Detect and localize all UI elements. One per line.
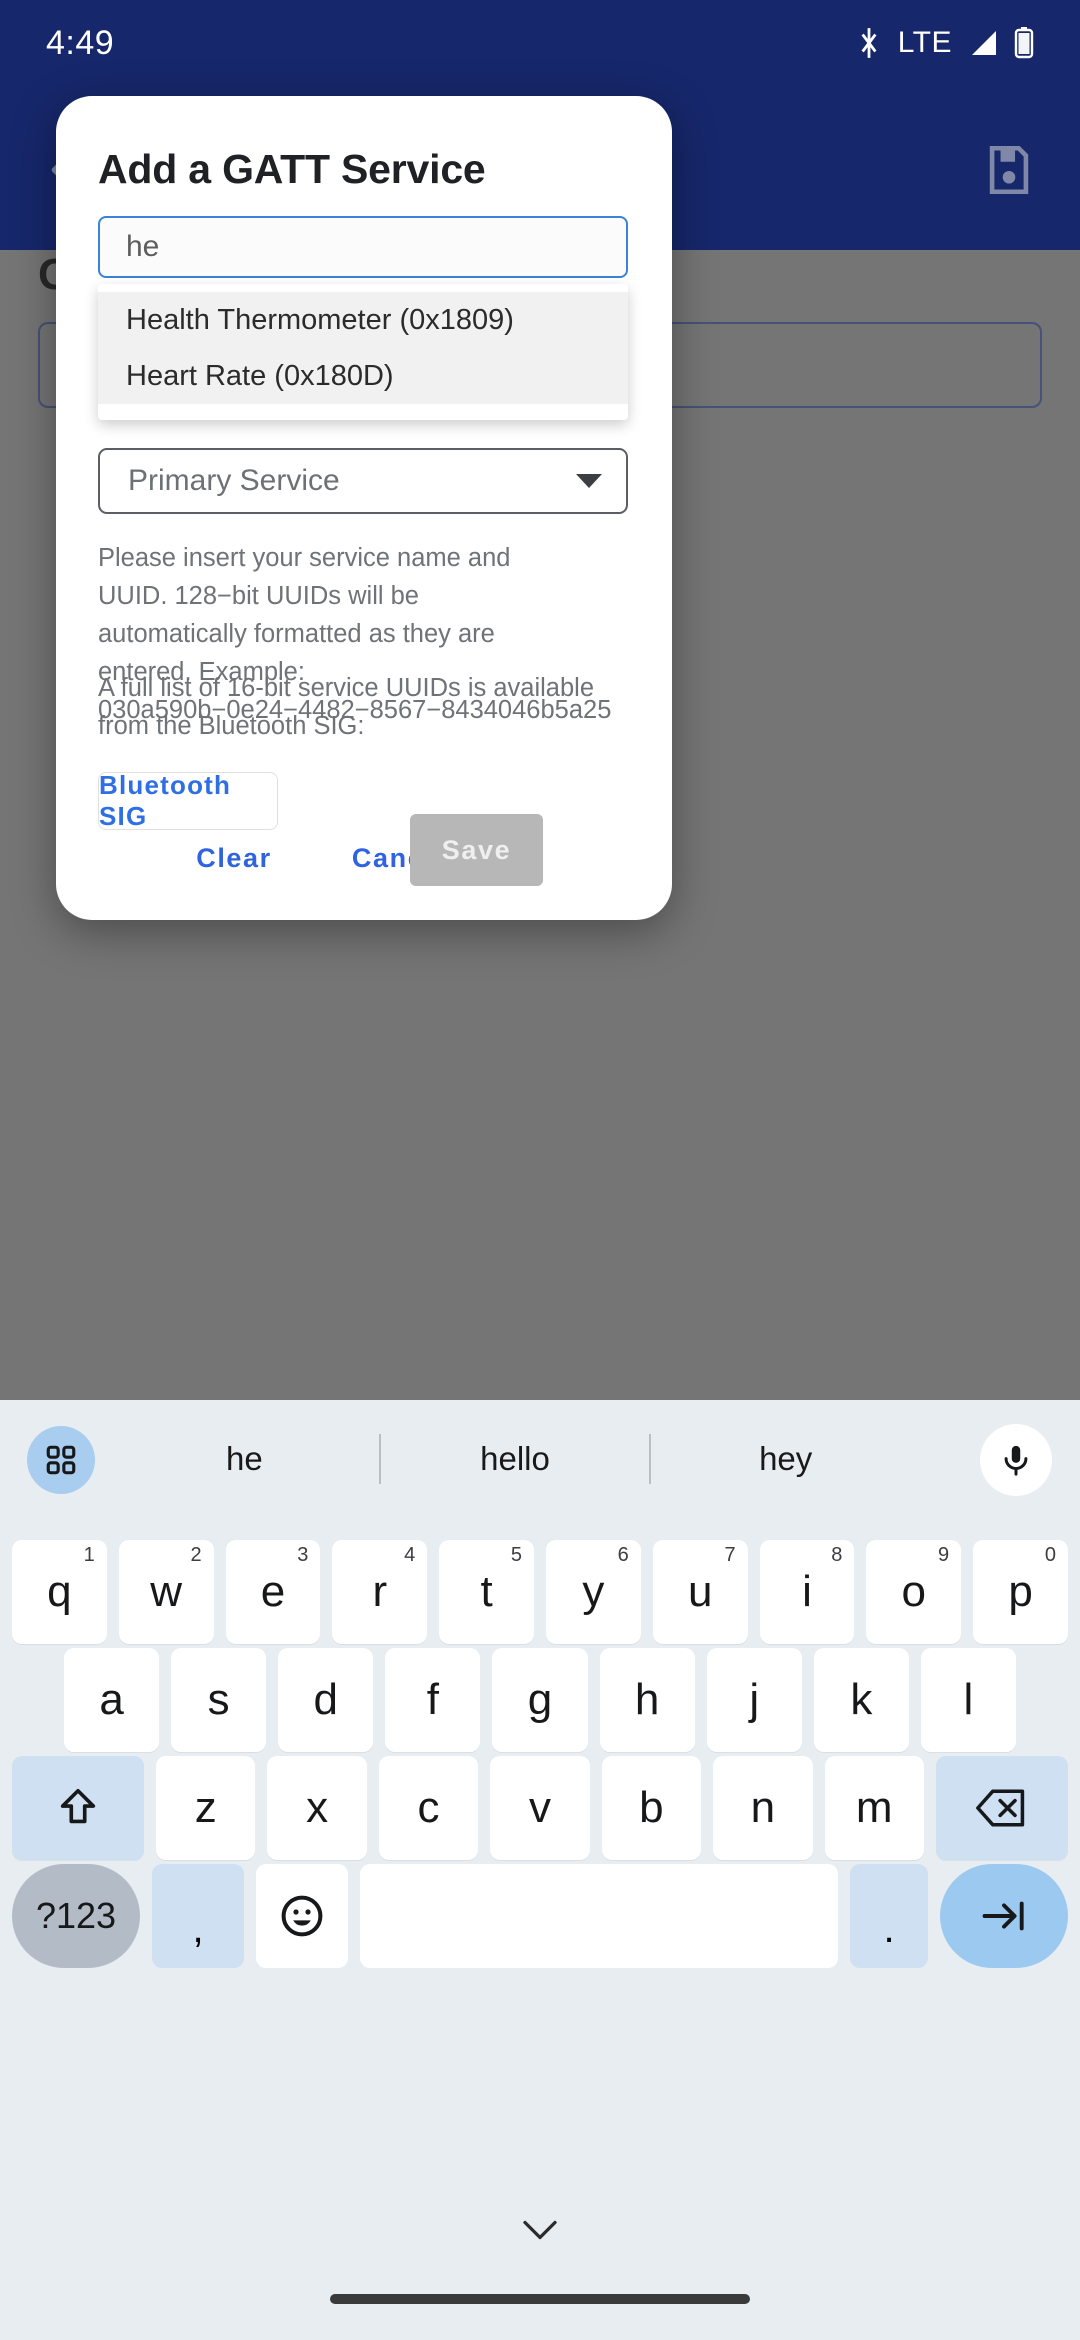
key-q-num: 1: [84, 1544, 95, 1567]
key-z[interactable]: z: [156, 1756, 255, 1860]
key-d[interactable]: d: [278, 1648, 373, 1752]
key-q[interactable]: 1q: [12, 1540, 107, 1644]
key-f[interactable]: f: [385, 1648, 480, 1752]
backspace-icon: [976, 1786, 1028, 1830]
keyboard-row-3: z x c v b n m: [0, 1756, 1080, 1860]
chevron-down-icon: [522, 2219, 558, 2241]
key-x[interactable]: x: [267, 1756, 366, 1860]
hide-keyboard-button[interactable]: [0, 2190, 1080, 2270]
suggestion-0[interactable]: he: [110, 1440, 379, 1478]
clear-button[interactable]: Clear: [174, 828, 294, 888]
signal-icon: [968, 29, 998, 57]
home-indicator: [330, 2294, 750, 2304]
key-j[interactable]: j: [707, 1648, 802, 1752]
service-type-select[interactable]: Primary Service: [98, 448, 628, 514]
key-n[interactable]: n: [713, 1756, 812, 1860]
key-m[interactable]: m: [825, 1756, 924, 1860]
save-disk-icon[interactable]: [980, 141, 1038, 199]
key-u[interactable]: 7u: [653, 1540, 748, 1644]
key-o-label: o: [902, 1567, 926, 1617]
key-w[interactable]: 2w: [119, 1540, 214, 1644]
key-s[interactable]: s: [171, 1648, 266, 1752]
key-p-label: p: [1008, 1567, 1032, 1617]
service-name-input[interactable]: he: [98, 216, 628, 278]
bluetooth-icon: [856, 26, 882, 60]
key-a[interactable]: a: [64, 1648, 159, 1752]
add-gatt-service-dialog: Add a GATT Service he Health Thermometer…: [56, 96, 672, 920]
emoji-smiley-icon: [278, 1892, 326, 1940]
battery-icon: [1014, 27, 1034, 59]
key-b[interactable]: b: [602, 1756, 701, 1860]
space-key[interactable]: [360, 1864, 838, 1968]
backspace-key[interactable]: [936, 1756, 1068, 1860]
dialog-actions: Clear Cancel Save: [56, 806, 672, 910]
suggestion-2[interactable]: hey: [651, 1440, 920, 1478]
key-w-num: 2: [190, 1544, 201, 1567]
software-keyboard: he hello hey 1q 2w 3e 4r 5t 6y 7u 8i 9o …: [0, 1400, 1080, 2340]
key-r[interactable]: 4r: [332, 1540, 427, 1644]
key-e[interactable]: 3e: [226, 1540, 321, 1644]
autocomplete-dropdown: Health Thermometer (0x1809) Heart Rate (…: [98, 284, 628, 420]
key-p-num: 0: [1045, 1544, 1056, 1567]
key-i-label: i: [802, 1567, 812, 1617]
shift-key[interactable]: [12, 1756, 144, 1860]
keyboard-switcher-icon[interactable]: [27, 1426, 95, 1494]
dialog-title: Add a GATT Service: [98, 146, 486, 193]
key-r-num: 4: [404, 1544, 415, 1567]
tab-next-icon: [981, 1896, 1027, 1936]
network-type-label: LTE: [898, 26, 952, 60]
key-y-num: 6: [618, 1544, 629, 1567]
key-t[interactable]: 5t: [439, 1540, 534, 1644]
key-t-num: 5: [511, 1544, 522, 1567]
keyboard-row-2: a s d f g h j k l: [0, 1648, 1080, 1752]
keyboard-row-4: ?123 , .: [0, 1864, 1080, 1968]
key-u-label: u: [688, 1567, 712, 1617]
key-o-num: 9: [938, 1544, 949, 1567]
status-clock: 4:49: [46, 24, 114, 63]
shift-up-icon: [55, 1785, 101, 1831]
status-bar: 4:49 LTE: [0, 0, 1080, 86]
suggestion-bar: he hello hey: [0, 1400, 1080, 1518]
key-r-label: r: [372, 1567, 387, 1617]
autocomplete-item-heart-rate[interactable]: Heart Rate (0x180D): [98, 348, 628, 404]
key-p[interactable]: 0p: [973, 1540, 1068, 1644]
chevron-down-icon: [576, 474, 602, 488]
comma-key[interactable]: ,: [152, 1864, 244, 1968]
key-q-label: q: [47, 1567, 71, 1617]
emoji-key[interactable]: [256, 1864, 348, 1968]
enter-key[interactable]: [940, 1864, 1068, 1968]
key-o[interactable]: 9o: [866, 1540, 961, 1644]
key-v[interactable]: v: [490, 1756, 589, 1860]
key-g[interactable]: g: [492, 1648, 587, 1752]
service-name-input-value: he: [126, 230, 159, 264]
key-t-label: t: [480, 1567, 492, 1617]
key-y[interactable]: 6y: [546, 1540, 641, 1644]
microphone-icon[interactable]: [980, 1424, 1052, 1496]
screen: 4:49 LTE GATT Server New Server Add a GA…: [0, 0, 1080, 2340]
key-c[interactable]: c: [379, 1756, 478, 1860]
autocomplete-item-health-thermometer[interactable]: Health Thermometer (0x1809): [98, 292, 628, 348]
key-w-label: w: [150, 1567, 182, 1617]
key-l[interactable]: l: [921, 1648, 1016, 1752]
key-u-num: 7: [724, 1544, 735, 1567]
help-text-sig: A full list of 16-bit service UUIDs is a…: [98, 669, 628, 745]
key-y-label: y: [582, 1567, 604, 1617]
keyboard-row-1: 1q 2w 3e 4r 5t 6y 7u 8i 9o 0p: [0, 1540, 1080, 1644]
key-i[interactable]: 8i: [760, 1540, 855, 1644]
period-key[interactable]: .: [850, 1864, 928, 1968]
suggestion-1[interactable]: hello: [381, 1440, 650, 1478]
key-e-label: e: [261, 1567, 285, 1617]
key-k[interactable]: k: [814, 1648, 909, 1752]
key-e-num: 3: [297, 1544, 308, 1567]
service-type-value: Primary Service: [128, 464, 340, 498]
key-h[interactable]: h: [600, 1648, 695, 1752]
key-i-num: 8: [831, 1544, 842, 1567]
save-button[interactable]: Save: [410, 814, 543, 886]
symbols-key[interactable]: ?123: [12, 1864, 140, 1968]
